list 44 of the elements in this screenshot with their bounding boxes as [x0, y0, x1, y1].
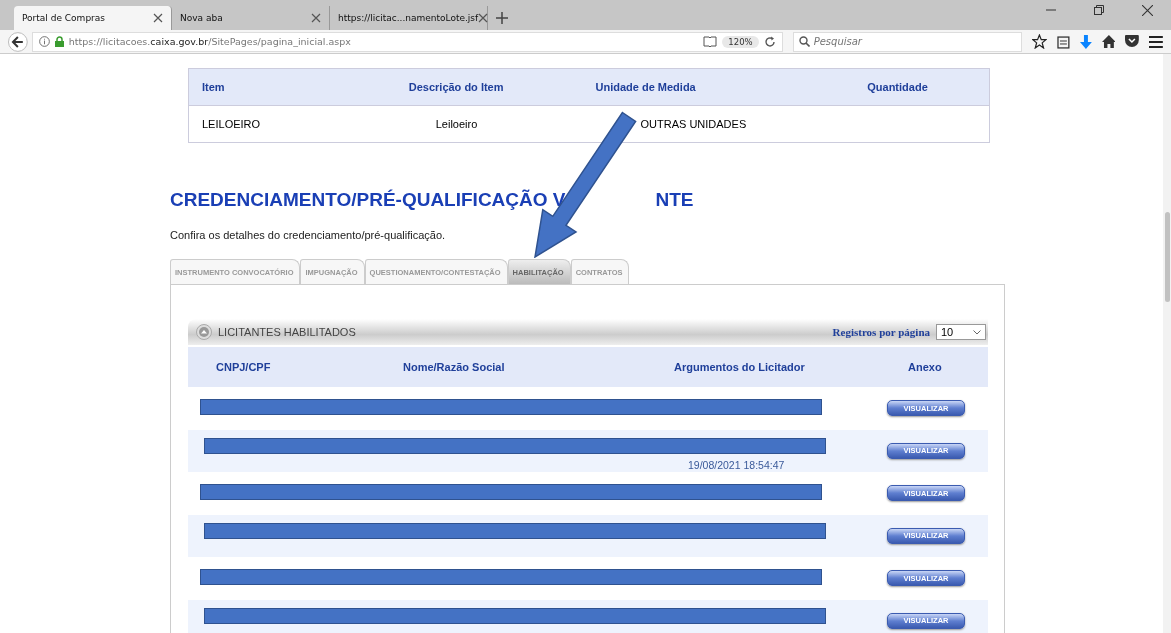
- zoom-badge[interactable]: 120%: [722, 35, 759, 48]
- table-cell-text: Leiloeiro: [434, 118, 479, 130]
- address-bar[interactable]: https://licitacoes.caixa.gov.br/SitePages/pagina_inicial.aspx 120%: [31, 31, 783, 52]
- collapse-icon[interactable]: [196, 324, 212, 340]
- column-header: Descrição do Item: [407, 81, 505, 93]
- restore-icon[interactable]: [1094, 5, 1104, 15]
- new-tab-icon[interactable]: [496, 12, 508, 24]
- page-size-label: Registros por página: [832, 326, 930, 338]
- close-icon[interactable]: [311, 13, 321, 23]
- url-text: https://licitacoes.caixa.gov.br/SitePages/pagina_inicial.aspx: [68, 36, 351, 47]
- info-icon[interactable]: [38, 36, 50, 47]
- column-header: Nome/Razão Social: [402, 361, 506, 373]
- scrollbar[interactable]: [1163, 54, 1171, 633]
- timestamp: 19/08/2021 18:54:47: [688, 458, 785, 471]
- column-header: Anexo: [907, 361, 943, 373]
- page-heading: CREDENCIAMENTO/PRÉ-QUALIFICAÇÃO V: [170, 189, 566, 211]
- menu-icon[interactable]: [1149, 35, 1163, 48]
- back-icon[interactable]: [8, 31, 28, 52]
- section-title: LICITANTES HABILITADOS: [218, 326, 356, 338]
- lock-icon: [54, 36, 64, 47]
- home-icon[interactable]: [1101, 35, 1116, 48]
- download-icon[interactable]: [1079, 34, 1092, 49]
- close-icon[interactable]: [478, 13, 489, 23]
- search-icon: [798, 36, 810, 47]
- table-cell-text: OUTRAS UNIDADES: [639, 118, 748, 130]
- close-icon[interactable]: [153, 13, 163, 23]
- reader-icon[interactable]: [703, 36, 718, 47]
- search-field[interactable]: Pesquisar: [792, 31, 1022, 52]
- reload-icon[interactable]: [763, 35, 776, 48]
- pocket-icon[interactable]: [1125, 35, 1140, 48]
- column-header: CNPJ/CPF: [215, 361, 272, 373]
- column-header: Argumentos do Licitador: [673, 361, 806, 373]
- browser-tab[interactable]: Portal de Compras: [14, 6, 172, 30]
- subtitle: Confira os detalhes do credenciamento/pré-qualificação.: [170, 229, 447, 241]
- close-icon[interactable]: [1142, 4, 1153, 16]
- clipboard-icon[interactable]: [1056, 34, 1070, 49]
- column-header: Item: [202, 81, 226, 93]
- table-cell-text: LEILOEIRO: [202, 118, 262, 130]
- chevron-icon: [973, 329, 981, 335]
- page-heading: NTE: [655, 189, 694, 211]
- page-size-select[interactable]: 10: [936, 324, 986, 340]
- column-header: Quantidade: [866, 81, 929, 93]
- star-icon[interactable]: [1032, 34, 1047, 49]
- column-header: Unidade de Medida: [595, 81, 697, 93]
